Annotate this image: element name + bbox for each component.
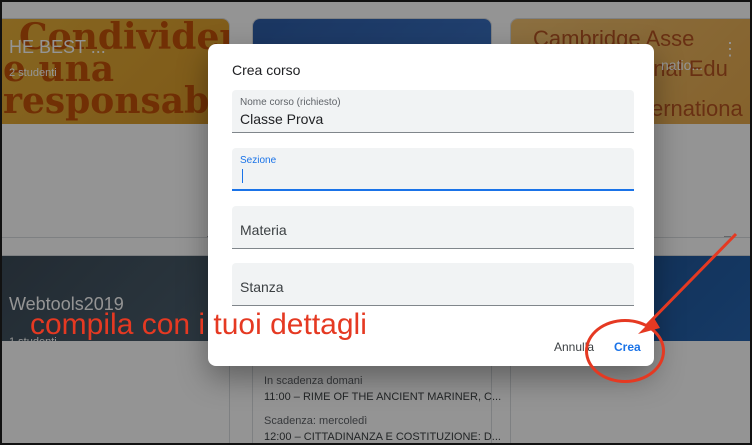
dialog-title: Crea corso	[232, 62, 301, 78]
field-label: Nome corso (richiesto)	[240, 97, 341, 108]
field-label: Sezione	[240, 155, 277, 166]
field-value[interactable]: Classe Prova	[240, 111, 323, 127]
annotation-circle	[585, 319, 665, 383]
field-placeholder: Stanza	[240, 279, 284, 295]
subject-field[interactable]: Materia	[232, 206, 634, 249]
section-field[interactable]: Sezione	[232, 148, 634, 191]
field-placeholder: Materia	[240, 222, 287, 238]
course-name-field[interactable]: Nome corso (richiesto) Classe Prova	[232, 90, 634, 133]
annotation-text: compila con i tuoi dettagli	[30, 308, 367, 341]
text-caret	[242, 169, 243, 183]
room-field[interactable]: Stanza	[232, 263, 634, 306]
screenshot-frame: Condividere e una responsab HE BEST ... …	[0, 0, 752, 445]
